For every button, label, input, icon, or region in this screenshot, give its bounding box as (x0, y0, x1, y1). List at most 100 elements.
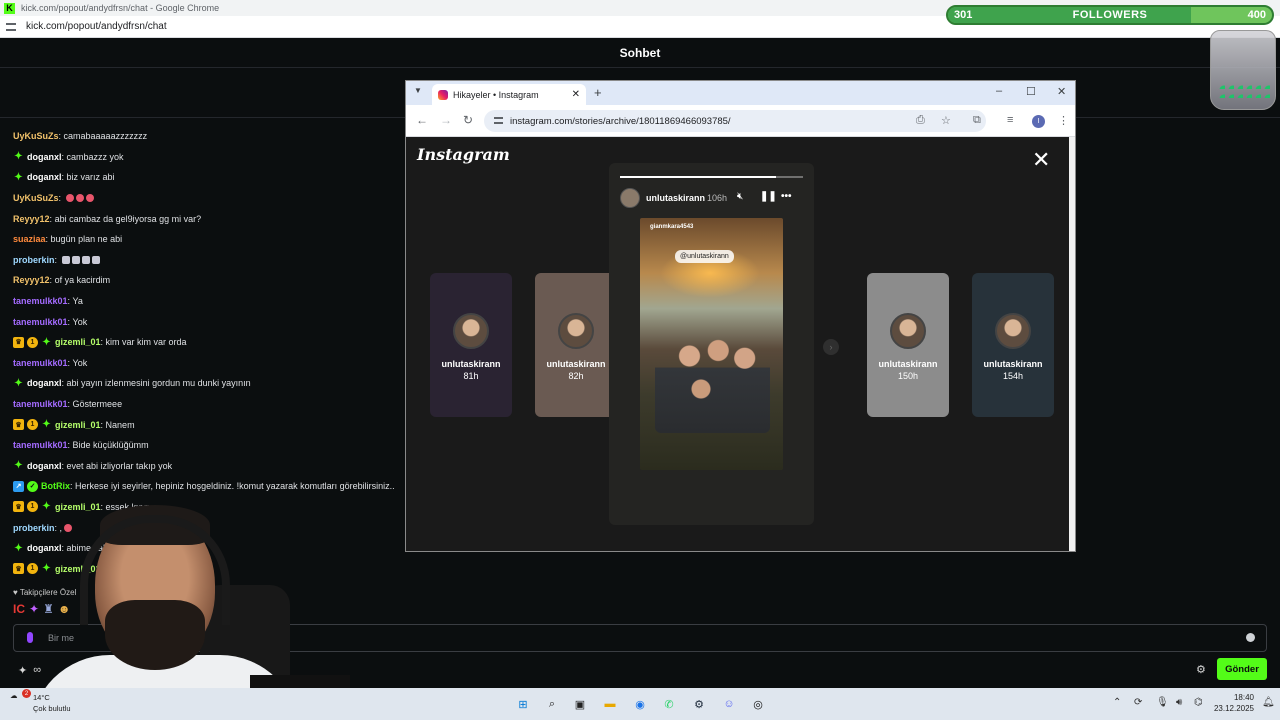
chat-message[interactable]: Reyyy12: of ya kacirdim (0, 270, 420, 291)
mic-tray-icon[interactable]: 🎙︎ (1156, 697, 1169, 708)
story-thumb-1[interactable]: unlutaskirann 81h (430, 273, 512, 417)
tray-expand-icon[interactable]: ⌃ (1113, 697, 1121, 708)
chat-username[interactable]: tanemulkk01 (13, 296, 68, 306)
gift-badge-icon[interactable]: ✦ (13, 151, 24, 162)
chat-username[interactable]: suaziaa (13, 234, 46, 244)
chat-message[interactable]: tanemulkk01: Yok (0, 311, 420, 332)
chat-settings-icon[interactable]: ⚙ (1196, 663, 1206, 676)
minimize-icon[interactable]: – (996, 85, 1002, 97)
chat-message[interactable]: Reyyy12: abi cambaz da gel9iyorsa gg mi … (0, 208, 420, 229)
story-thumb-4[interactable]: unlutaskirann 154h (972, 273, 1054, 417)
volume-icon[interactable]: 🔊︎ (1176, 697, 1182, 708)
chat-username[interactable]: tanemulkk01 (13, 440, 68, 450)
chat-message[interactable]: ✦ doganxl: evet abi izliyorlar takıp yok (0, 456, 420, 477)
menu-kebab-icon[interactable]: ⋮ (1058, 114, 1069, 127)
story-close-icon[interactable]: ✕ (1032, 149, 1050, 171)
bot-badge-icon[interactable]: ↗ (13, 480, 24, 492)
chat-username[interactable]: tanemulkk01 (13, 358, 68, 368)
back-icon[interactable]: ← (416, 113, 428, 127)
forward-icon[interactable]: → (440, 113, 452, 127)
emoji-picker-icon[interactable] (1246, 633, 1255, 642)
chat-username[interactable]: Reyyy12 (13, 214, 50, 224)
task-view-icon[interactable]: ▣ (571, 695, 589, 713)
verified-badge-icon[interactable]: ✓ (27, 480, 38, 492)
site-info-icon[interactable] (6, 22, 16, 31)
sub-badge-icon[interactable]: 1 (27, 419, 38, 431)
search-icon[interactable]: ⌕ (543, 695, 561, 713)
chat-message[interactable]: ↗ ✓ BotRix: Herkese iyi seyirler, hepiniz … (0, 476, 420, 497)
clock-date[interactable]: 23.12.2025 (1210, 704, 1254, 713)
chat-message[interactable]: tanemulkk01: Yok (0, 353, 420, 374)
obs-icon[interactable]: ◎ (749, 695, 767, 713)
weather-temp[interactable]: 14°C (33, 693, 50, 702)
more-options-icon[interactable]: ••• (781, 191, 792, 202)
chrome-icon[interactable]: ◉ (631, 695, 649, 713)
media-controls-icon[interactable]: ≡ (1007, 114, 1013, 126)
gift-badge-icon[interactable]: ✦ (13, 460, 24, 471)
chat-message[interactable]: tanemulkk01: Göstermeee (0, 394, 420, 415)
chat-message[interactable]: ✦ doganxl: biz varız abi (0, 167, 420, 188)
story-thumb-3[interactable]: unlutaskirann 150h (867, 273, 949, 417)
chat-message[interactable]: tanemulkk01: Ya (0, 291, 420, 312)
chat-username[interactable]: doganxl (27, 461, 62, 471)
chat-username[interactable]: BotRix (41, 481, 70, 491)
chat-message[interactable]: tanemulkk01: Bide küçüklüğümm (0, 435, 420, 456)
clock-time[interactable]: 18:40 (1224, 693, 1254, 702)
weather-desc[interactable]: Çok bulutlu (33, 704, 71, 713)
chat-username[interactable]: proberkin (13, 255, 55, 265)
instagram-window[interactable]: ▼ Hikayeler • Instagram ✕ + – ☐ ✕ ← → ↻ … (405, 80, 1076, 552)
ig-tab[interactable]: Hikayeler • Instagram ✕ (432, 84, 586, 105)
address-url[interactable]: kick.com/popout/andydfrsn/chat (26, 21, 167, 32)
sub-badge-icon[interactable]: 1 (27, 336, 38, 348)
bookmark-star-icon[interactable]: ☆ (941, 114, 951, 127)
crown-badge-icon[interactable]: ♛ (13, 336, 24, 348)
chat-username[interactable]: doganxl (27, 152, 62, 162)
instagram-logo[interactable]: Instagram (417, 145, 510, 164)
steam-icon[interactable]: ⚙ (690, 695, 708, 713)
story-thumb-2[interactable]: unlutaskirann 82h (535, 273, 617, 417)
maximize-icon[interactable]: ☐ (1026, 85, 1036, 98)
window-close-icon[interactable]: ✕ (1057, 85, 1066, 98)
chat-username[interactable]: tanemulkk01 (13, 399, 68, 409)
sync-icon[interactable]: ⟳ (1134, 697, 1142, 708)
tab-search-icon[interactable]: ▼ (414, 86, 422, 95)
story-photo[interactable]: gianmkara4543 @unlutaskirann (640, 218, 783, 470)
mute-icon[interactable]: 🔇︎ (737, 191, 743, 202)
chat-message[interactable]: ✦ doganxl: abi yayın izlenmesini gordun m… (0, 373, 420, 394)
chat-message[interactable]: proberkin: (0, 250, 420, 271)
whatsapp-icon[interactable]: ✆ (660, 695, 678, 713)
chat-username[interactable]: doganxl (27, 378, 62, 388)
chat-username[interactable]: UyKuSuZs (13, 131, 59, 141)
file-explorer-icon[interactable]: ▬ (601, 695, 619, 713)
discord-icon[interactable]: ☺ (720, 695, 738, 713)
story-avatar[interactable] (620, 188, 640, 208)
send-button[interactable]: Gönder (1217, 658, 1267, 680)
chat-username[interactable]: gizemli_01 (55, 337, 101, 347)
extensions-icon[interactable]: ⧉ (973, 114, 981, 127)
gift-badge-icon[interactable]: ✦ (13, 378, 24, 389)
pause-icon[interactable]: ❚❚ (760, 191, 777, 202)
install-icon[interactable]: ⎙ (916, 114, 925, 127)
chat-username[interactable]: gizemli_01 (55, 420, 101, 430)
chat-message[interactable]: ✦ doganxl: cambazzz yok (0, 147, 420, 168)
crown-badge-icon[interactable]: ♛ (13, 419, 24, 431)
story-username[interactable]: unlutaskirann (646, 193, 705, 203)
chat-username[interactable]: doganxl (27, 172, 62, 182)
chat-username[interactable]: tanemulkk01 (13, 317, 68, 327)
chat-message[interactable]: UyKuSuZs: (0, 188, 420, 209)
notification-icon[interactable]: 🔔︎ (1262, 697, 1275, 708)
weather-icon[interactable]: ☁ (10, 691, 18, 700)
chat-username[interactable]: Reyyy12 (13, 275, 50, 285)
gift-badge-icon[interactable]: ✦ (41, 419, 52, 430)
story-card[interactable]: unlutaskirann 106h 🔇︎ ❚❚ ••• gianmkara45… (609, 163, 814, 525)
story-next-icon[interactable]: › (823, 339, 839, 355)
photo-mention-tag[interactable]: @unlutaskirann (675, 250, 734, 263)
chat-message[interactable]: ♛ 1 ✦ gizemli_01: Nanem (0, 414, 420, 435)
tab-close-icon[interactable]: ✕ (572, 89, 580, 100)
chat-message[interactable]: ♛ 1 ✦ gizemli_01: kim var kim var orda (0, 332, 420, 353)
site-settings-icon[interactable] (494, 117, 503, 124)
chat-message[interactable]: UyKuSuZs: camabaaaaazzzzzzz (0, 126, 420, 147)
ig-url-bar[interactable]: instagram.com/stories/archive/1801186946… (484, 110, 986, 132)
ig-scrollbar[interactable] (1069, 137, 1075, 551)
new-tab-icon[interactable]: + (594, 85, 602, 100)
